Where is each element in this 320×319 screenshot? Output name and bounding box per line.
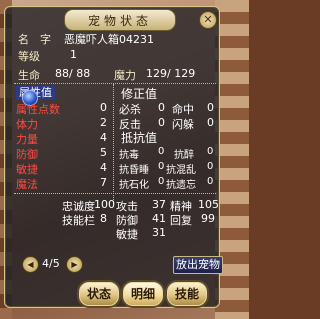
modifier-label: 命中 bbox=[172, 103, 194, 116]
separator bbox=[14, 83, 216, 84]
mp-value: 129/ 129 bbox=[146, 67, 196, 80]
skill-slots-value: 8 bbox=[100, 212, 107, 225]
separator bbox=[14, 193, 216, 194]
modifier-value: 0 bbox=[207, 116, 214, 129]
window-title: 宠物状态 bbox=[87, 14, 152, 28]
resist-label: 抗醉 bbox=[174, 150, 194, 161]
resist-value: 0 bbox=[158, 161, 165, 172]
close-button[interactable]: ✕ bbox=[199, 11, 217, 29]
modifier-value: 0 bbox=[158, 116, 165, 129]
attribute-value: 4 bbox=[100, 131, 107, 144]
attribute-label: 防御 bbox=[16, 148, 38, 161]
attribute-label: 属性点数 bbox=[16, 103, 60, 116]
attribute-value: 5 bbox=[100, 146, 107, 159]
spirit-value: 105 bbox=[198, 198, 219, 211]
agility-label: 敏捷 bbox=[116, 228, 138, 241]
mp-label: 魔力 bbox=[114, 69, 136, 82]
resist-value: 0 bbox=[207, 176, 214, 187]
attribute-value: 4 bbox=[100, 161, 107, 174]
modifier-label: 闪躲 bbox=[172, 118, 194, 131]
attribute-label: 体力 bbox=[16, 118, 38, 131]
next-pet-button[interactable]: ▶ bbox=[66, 256, 83, 273]
defense-value: 41 bbox=[152, 212, 166, 225]
loyalty-value: 100 bbox=[94, 198, 115, 211]
column-separator bbox=[113, 84, 114, 204]
resist-label: 抗昏睡 bbox=[119, 165, 149, 176]
level-value: 1 bbox=[70, 48, 77, 61]
modifier-value: 0 bbox=[207, 101, 214, 114]
recovery-label: 回复 bbox=[170, 214, 192, 227]
name-label: 名 字 bbox=[18, 33, 51, 46]
resist-label: 抗毒 bbox=[119, 150, 139, 161]
release-pet-button[interactable]: 放出宠物 bbox=[173, 256, 223, 274]
pet-name: 恶魔吓人箱04231 bbox=[64, 33, 154, 46]
hp-label: 生命 bbox=[18, 69, 40, 82]
skills-tab-button[interactable]: 技能 bbox=[165, 280, 209, 308]
skill-slots-label: 技能栏 bbox=[62, 214, 95, 227]
modifier-label: 必杀 bbox=[119, 103, 141, 116]
attribute-label: 力量 bbox=[16, 133, 38, 146]
hp-value: 88/ 88 bbox=[55, 67, 91, 80]
resist-value: 0 bbox=[207, 146, 214, 157]
resist-value: 0 bbox=[207, 161, 214, 172]
page-indicator: 4/5 bbox=[42, 257, 60, 270]
attribute-label: 魔法 bbox=[16, 178, 38, 191]
resist-label: 抗遗忘 bbox=[166, 180, 196, 191]
agility-value: 31 bbox=[152, 226, 166, 239]
recovery-value: 99 bbox=[201, 212, 215, 225]
prev-pet-button[interactable]: ◀ bbox=[22, 256, 39, 273]
resist-header: 抵抗值 bbox=[121, 131, 158, 145]
resist-value: 0 bbox=[158, 176, 165, 187]
resist-value: 0 bbox=[158, 146, 165, 157]
attribute-value: 7 bbox=[100, 176, 107, 189]
attribute-label: 敏捷 bbox=[16, 163, 38, 176]
modifier-value: 0 bbox=[158, 101, 165, 114]
attribute-value: 2 bbox=[100, 116, 107, 129]
window-title-bar[interactable]: 宠物状态 bbox=[64, 9, 176, 31]
modifiers-header: 修正值 bbox=[121, 87, 158, 101]
resist-label: 抗石化 bbox=[119, 180, 149, 191]
level-label: 等级 bbox=[18, 50, 40, 63]
attribute-value: 0 bbox=[100, 101, 107, 114]
status-tab-button[interactable]: 状态 bbox=[77, 280, 121, 308]
resist-label: 抗混乱 bbox=[166, 165, 196, 176]
attack-value: 37 bbox=[152, 198, 166, 211]
detail-tab-button[interactable]: 明细 bbox=[121, 280, 165, 308]
